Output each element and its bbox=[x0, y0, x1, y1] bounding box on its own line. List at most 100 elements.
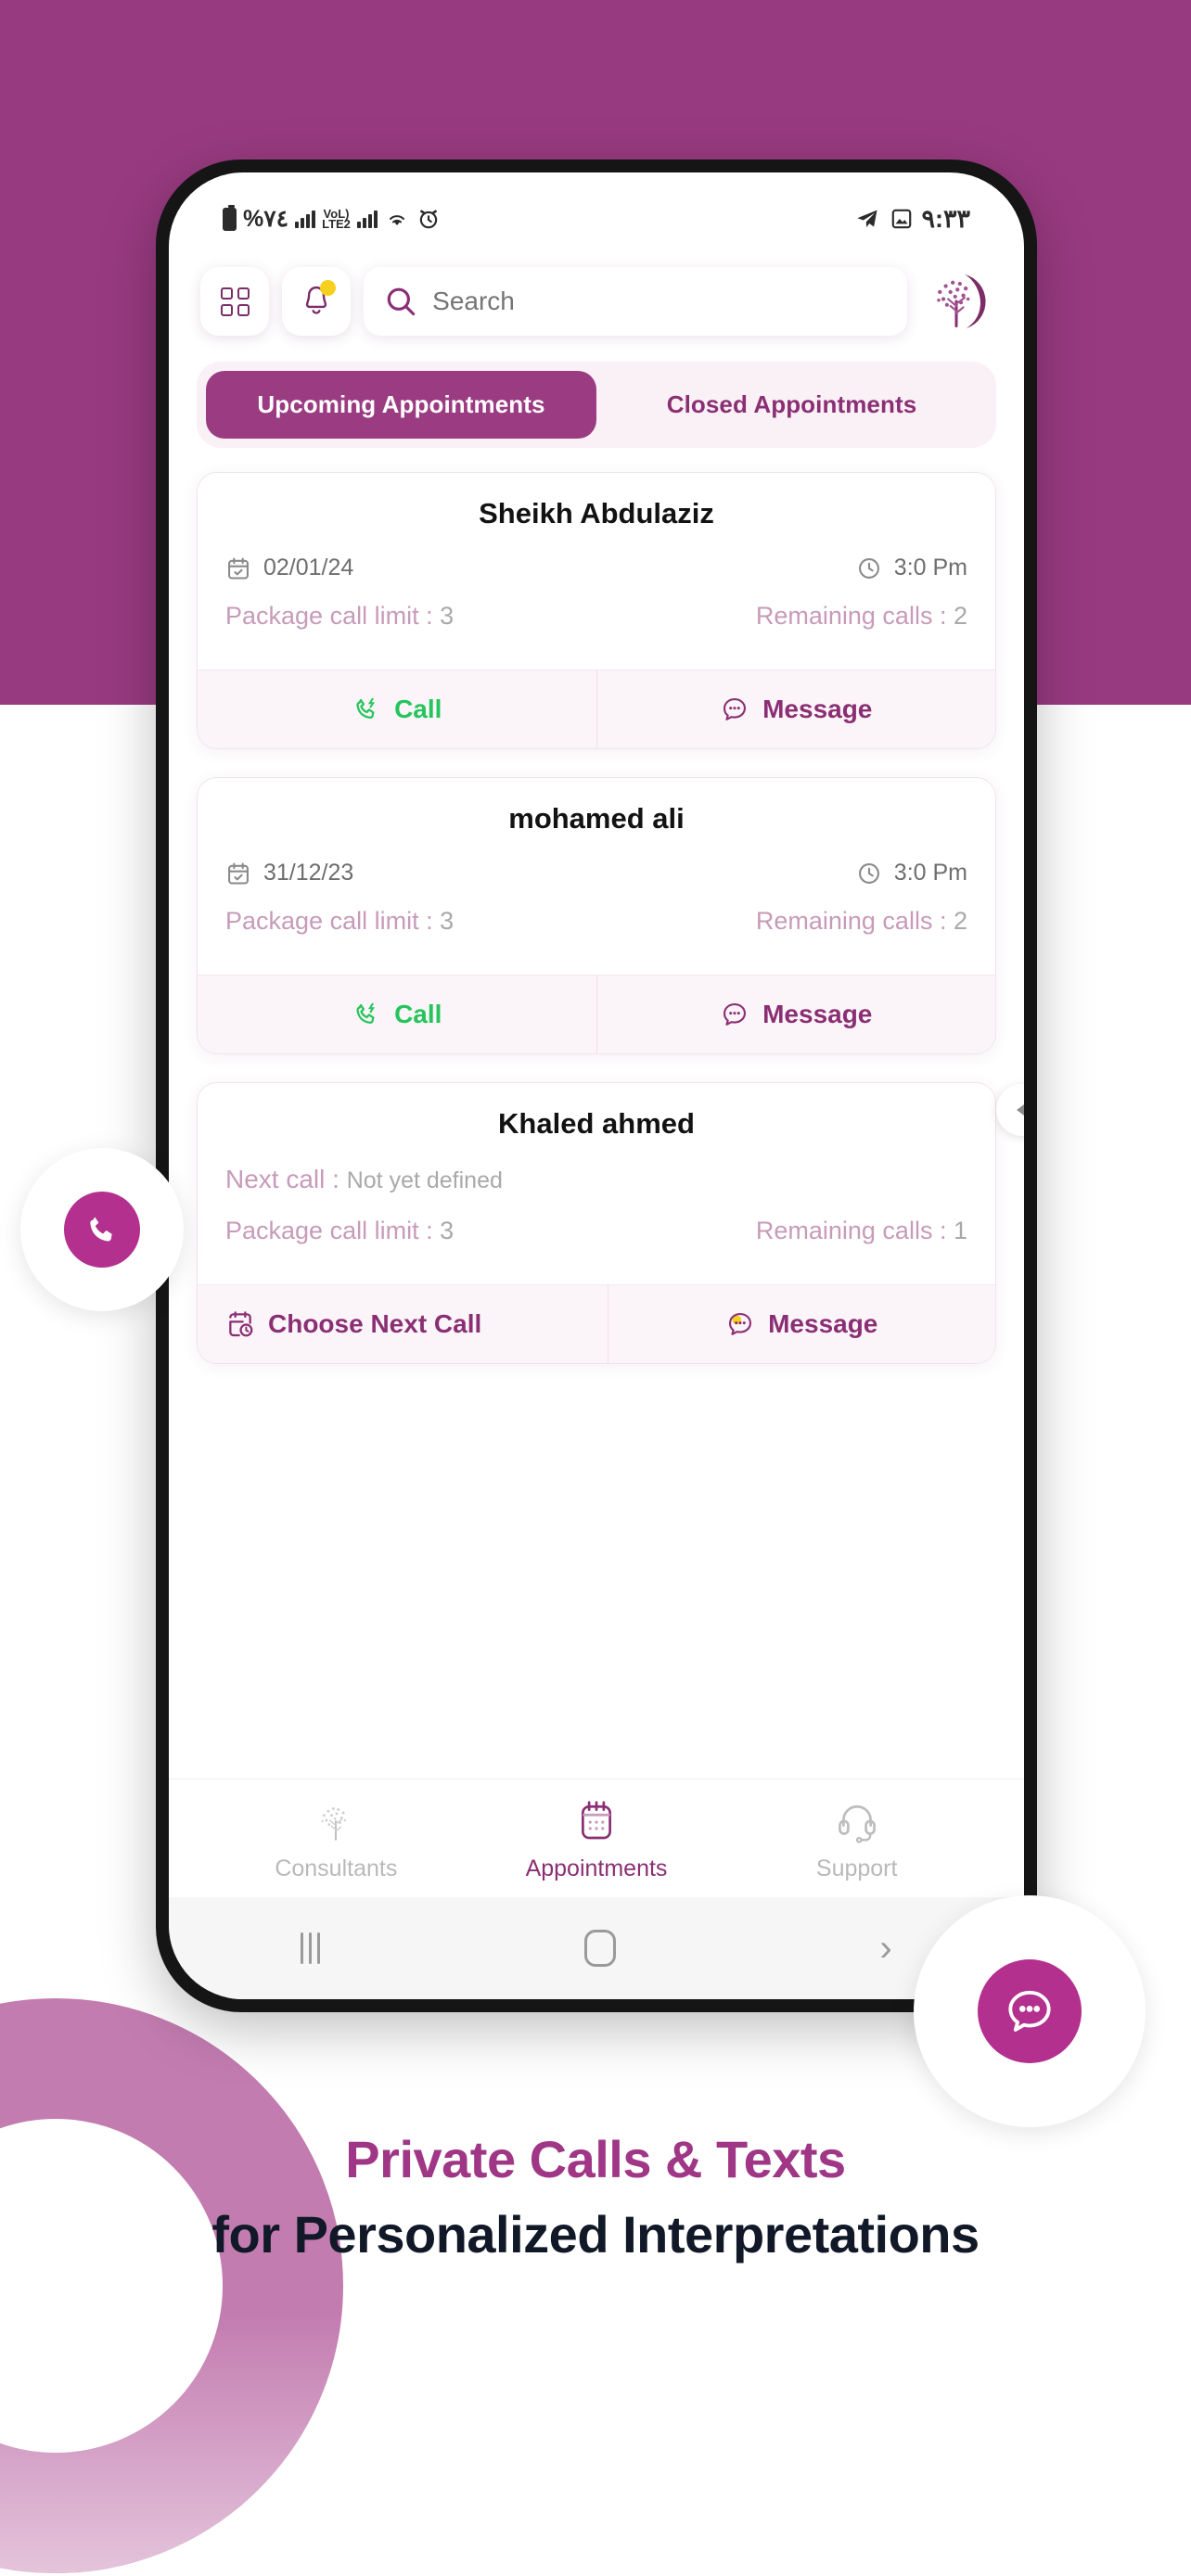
appointment-date: 02/01/24 bbox=[225, 555, 353, 581]
nav-label-consultants: Consultants bbox=[275, 1855, 398, 1881]
search-input[interactable] bbox=[432, 287, 887, 316]
appointment-card[interactable]: Khaled ahmed Next call : Not yet defined… bbox=[197, 1082, 996, 1364]
appointment-card[interactable]: mohamed ali 31/12/23 3:0 Pm Package call… bbox=[197, 777, 996, 1054]
package-call-limit-value: 3 bbox=[440, 602, 455, 630]
calendar-check-icon bbox=[228, 556, 249, 580]
volte-icon: VoL) LTE2 bbox=[322, 208, 351, 231]
appointment-consultant-name: Khaled ahmed bbox=[498, 1107, 695, 1140]
battery-percent-text: %٧٤ bbox=[243, 206, 289, 232]
photo-icon bbox=[891, 209, 911, 229]
next-call-label: Next call : bbox=[225, 1165, 339, 1193]
grid-menu-button[interactable] bbox=[200, 267, 269, 336]
side-panel-peek-handle[interactable] bbox=[996, 1084, 1024, 1136]
appointment-card-actions: Call Message bbox=[198, 670, 995, 748]
nav-item-consultants[interactable]: Consultants bbox=[206, 1796, 467, 1882]
package-call-limit-value: 3 bbox=[440, 1217, 455, 1244]
call-button-label: Call bbox=[394, 695, 442, 723]
remaining-calls-value: 2 bbox=[953, 907, 967, 935]
battery-icon bbox=[223, 204, 237, 231]
message-button[interactable]: Message bbox=[607, 1285, 995, 1363]
volte-bottom-label: LTE2 bbox=[322, 217, 351, 231]
appointment-consultant-name: Sheikh Abdulaziz bbox=[479, 497, 714, 529]
remaining-calls-label: Remaining calls : bbox=[755, 602, 947, 630]
signal-bars-icon bbox=[295, 210, 316, 228]
appointment-card[interactable]: Sheikh Abdulaziz 02/01/24 3:0 Pm Package… bbox=[197, 472, 996, 749]
appointment-datetime-row: 02/01/24 3:0 Pm bbox=[225, 555, 967, 581]
phone-call-icon bbox=[356, 697, 376, 719]
remaining-calls-value: 2 bbox=[953, 602, 967, 630]
call-button[interactable]: Call bbox=[198, 976, 596, 1053]
package-call-limit-value: 3 bbox=[440, 907, 455, 935]
footer-headline-line1: Private Calls & Texts bbox=[345, 2130, 846, 2188]
home-button[interactable] bbox=[583, 1930, 616, 1967]
appointment-calls-row: Package call limit : 3 Remaining calls :… bbox=[225, 602, 967, 631]
nav-label-support: Support bbox=[815, 1855, 898, 1881]
package-call-limit: Package call limit : 3 bbox=[225, 602, 454, 631]
appointment-card-actions: Choose Next Call Message bbox=[198, 1284, 995, 1363]
nav-item-support[interactable]: Support bbox=[726, 1796, 987, 1882]
calendar-clock-icon bbox=[229, 1311, 253, 1337]
package-call-limit-label: Package call limit : bbox=[225, 602, 433, 630]
message-button[interactable]: Message bbox=[596, 976, 995, 1053]
app-header bbox=[169, 249, 1024, 351]
choose-next-call-button[interactable]: Choose Next Call bbox=[198, 1285, 608, 1363]
message-button[interactable]: Message bbox=[596, 670, 995, 748]
message-button-label: Message bbox=[762, 695, 873, 723]
appointment-time-text: 3:0 Pm bbox=[893, 860, 967, 886]
message-button-label: Message bbox=[762, 1000, 873, 1028]
appointment-calls-row: Package call limit : 3 Remaining calls :… bbox=[225, 907, 967, 936]
appointment-time: 3:0 Pm bbox=[856, 555, 967, 581]
bottom-navigation: Consultants Appointments Support bbox=[169, 1779, 1024, 1897]
back-button[interactable]: › bbox=[879, 1930, 891, 1967]
floating-chat-button[interactable] bbox=[914, 1895, 1146, 2127]
signal-bars-2-icon bbox=[356, 210, 378, 228]
remaining-calls: Remaining calls : 2 bbox=[756, 907, 967, 936]
nav-item-appointments[interactable]: Appointments bbox=[467, 1796, 727, 1882]
appointment-time: 3:0 Pm bbox=[856, 860, 967, 886]
clock-icon bbox=[858, 557, 879, 579]
wifi-icon bbox=[389, 215, 404, 225]
appointment-date-text: 02/01/24 bbox=[263, 555, 354, 580]
phone-icon bbox=[90, 1217, 112, 1242]
alarm-icon bbox=[419, 210, 438, 229]
package-call-limit: Package call limit : 3 bbox=[225, 907, 454, 936]
call-button-label: Call bbox=[394, 1000, 442, 1028]
status-bar-time: ٩:٣٣ bbox=[921, 204, 971, 233]
chat-bubble-icon bbox=[724, 698, 747, 721]
floating-call-button[interactable] bbox=[20, 1148, 184, 1311]
next-call-value: Not yet defined bbox=[346, 1167, 503, 1193]
message-button-label: Message bbox=[768, 1309, 878, 1338]
phone-frame: %٧٤ VoL) LTE2 ٩:٣٣ Search Upcoming Appoi… bbox=[156, 159, 1037, 2012]
search-icon bbox=[387, 287, 416, 316]
tab-closed-appointments[interactable]: Closed Appointments bbox=[596, 371, 987, 439]
next-call-row: Next call : Not yet defined bbox=[225, 1165, 967, 1194]
appointment-tabs-container: Upcoming Appointments Closed Appointment… bbox=[169, 351, 1024, 448]
screenshot-stage: %٧٤ VoL) LTE2 ٩:٣٣ Search Upcoming Appoi… bbox=[0, 0, 1191, 2576]
calendar-check-icon bbox=[228, 861, 249, 885]
status-bar: %٧٤ VoL) LTE2 ٩:٣٣ bbox=[169, 172, 1024, 249]
package-call-limit: Package call limit : 3 bbox=[225, 1217, 454, 1245]
appointment-tabs: Upcoming Appointments Closed Appointment… bbox=[197, 362, 996, 448]
remaining-calls: Remaining calls : 2 bbox=[756, 602, 967, 631]
remaining-calls-label: Remaining calls : bbox=[755, 1217, 947, 1244]
nav-label-appointments: Appointments bbox=[525, 1855, 668, 1881]
footer-headline-line2: for Personalized Interpretations bbox=[211, 2205, 980, 2264]
call-button[interactable]: Call bbox=[198, 670, 596, 748]
grid-icon bbox=[220, 287, 250, 316]
background-purple-curve bbox=[1011, 700, 1191, 1071]
remaining-calls: Remaining calls : 1 bbox=[756, 1217, 967, 1245]
appointments-list[interactable]: Sheikh Abdulaziz 02/01/24 3:0 Pm Package… bbox=[169, 448, 1024, 1779]
chat-dots-icon bbox=[1008, 1990, 1051, 2032]
choose-next-call-label: Choose Next Call bbox=[268, 1309, 482, 1338]
tab-upcoming-appointments[interactable]: Upcoming Appointments bbox=[206, 371, 596, 439]
background-decorative-ring bbox=[0, 1998, 343, 2573]
notifications-button[interactable] bbox=[282, 267, 351, 336]
recents-button[interactable] bbox=[301, 1932, 321, 1964]
chat-bubble-icon bbox=[724, 1003, 747, 1026]
search-bar[interactable] bbox=[364, 267, 907, 336]
phone-screen: %٧٤ VoL) LTE2 ٩:٣٣ Search Upcoming Appoi… bbox=[169, 172, 1024, 1999]
appointment-calls-row: Package call limit : 3 Remaining calls :… bbox=[225, 1217, 967, 1245]
tree-crescent-logo-icon bbox=[937, 274, 986, 329]
appointment-consultant-name: mohamed ali bbox=[508, 802, 685, 835]
remaining-calls-label: Remaining calls : bbox=[755, 907, 947, 935]
